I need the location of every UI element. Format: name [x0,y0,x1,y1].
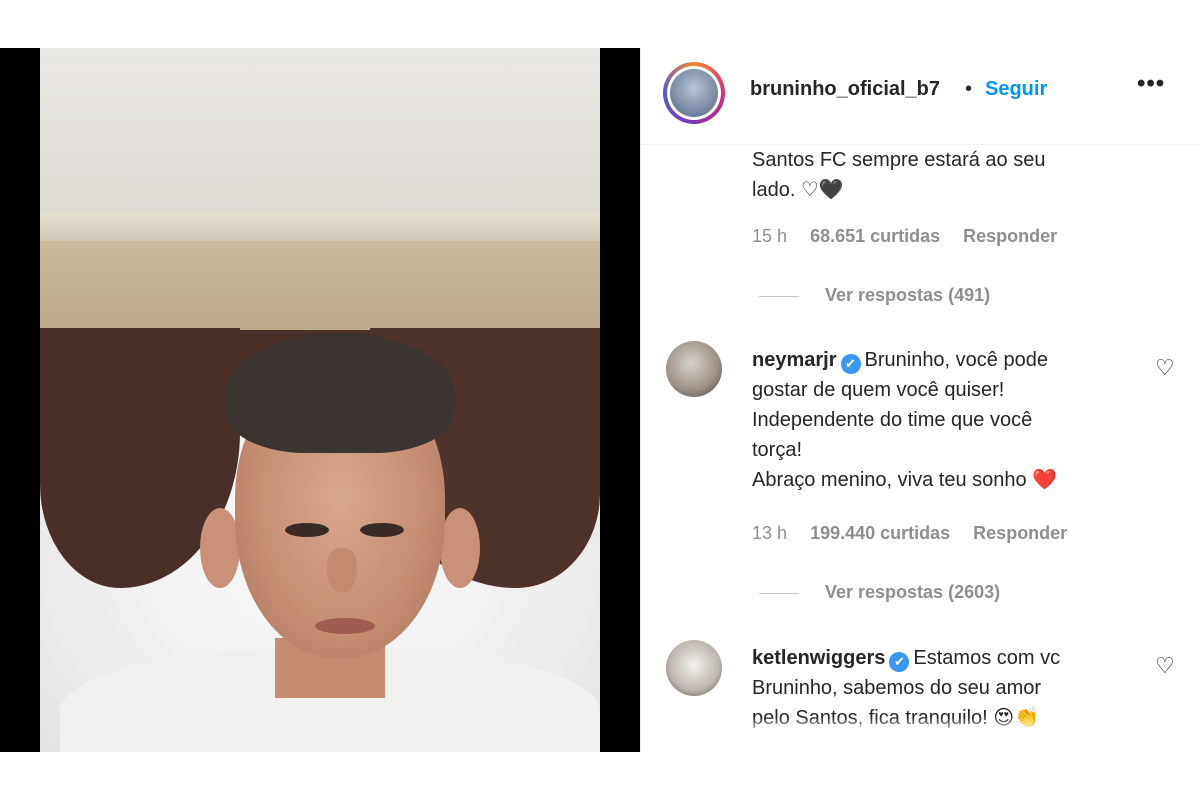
comment-line: Abraço menino, viva teu sonho ❤️ [752,469,1058,491]
comment-line: Santos FC sempre estará ao seu [752,149,1046,171]
eye-right [360,523,404,537]
comment-username[interactable]: neymarjr [752,349,837,371]
comment-time: 13 h [752,523,788,543]
comment-avatar[interactable] [666,341,722,397]
wall [40,241,600,341]
comment-2-meta: 13 h 199.440 curtidas Responder [752,523,1067,544]
view-replies-label: Ver respostas (491) [825,285,991,305]
reply-button[interactable]: Responder [963,226,1057,246]
comment-2-text: neymarjr ✔ Bruninho, você pode gostar de q… [752,345,1142,495]
follow-button[interactable]: Seguir [985,78,1047,101]
scroll-fade [641,717,1200,735]
comment-line: Bruninho, sabemos do seu amor [752,677,1042,699]
mouth [315,618,375,634]
separator-dot: • [965,78,973,100]
view-replies-button[interactable]: Ver respostas (491) [759,285,990,306]
comment-username[interactable]: ketlenwiggers [752,647,885,669]
view-replies-label: Ver respostas (2603) [825,582,1001,602]
comment-line: gostar de quem você quiser! [752,379,1005,401]
comment-line: Bruninho, você pode [864,349,1048,371]
video-frame[interactable] [40,48,600,752]
nose [327,548,357,593]
boy-head [200,333,480,658]
avatar-border [667,66,721,120]
comment-line: Estamos com vc [913,647,1061,669]
hair [225,333,455,453]
like-comment-icon[interactable]: ♡ [1155,355,1175,381]
post-username[interactable]: bruninho_oficial_b7 [750,78,940,101]
comment-likes[interactable]: 199.440 curtidas [810,523,950,543]
replies-divider [759,592,799,594]
ear-left [200,508,240,588]
comment-avatar[interactable] [666,640,722,696]
eye-left [285,523,329,537]
comment-list[interactable]: Santos FC sempre estará ao seu lado. ♡🖤 … [641,145,1200,735]
replies-divider [759,295,799,297]
reply-button[interactable]: Responder [973,523,1067,543]
comment-likes[interactable]: 68.651 curtidas [810,226,940,246]
view-replies-button[interactable]: Ver respostas (2603) [759,582,1000,603]
comment-line: Independente do time que você [752,409,1033,431]
comment-1-meta: 15 h 68.651 curtidas Responder [752,226,1057,247]
story-ring-avatar[interactable] [663,62,725,124]
comment-time: 15 h [752,226,788,246]
ear-right [440,508,480,588]
comment-line: torça! [752,439,803,461]
verified-badge-icon: ✔ [840,354,861,374]
crown-molding [40,213,600,241]
like-comment-icon[interactable]: ♡ [1155,653,1175,679]
avatar [670,69,718,117]
comment-1-text: Santos FC sempre estará ao seu lado. ♡🖤 [752,145,1152,205]
comment-line: lado. ♡🖤 [752,179,844,201]
post-header: bruninho_oficial_b7 • Seguir ••• [641,48,1200,145]
comments-panel: bruninho_oficial_b7 • Seguir ••• Santos … [640,48,1200,752]
verified-badge-icon: ✔ [889,652,910,672]
more-options-icon[interactable]: ••• [1137,70,1165,98]
post-media[interactable] [0,48,640,752]
